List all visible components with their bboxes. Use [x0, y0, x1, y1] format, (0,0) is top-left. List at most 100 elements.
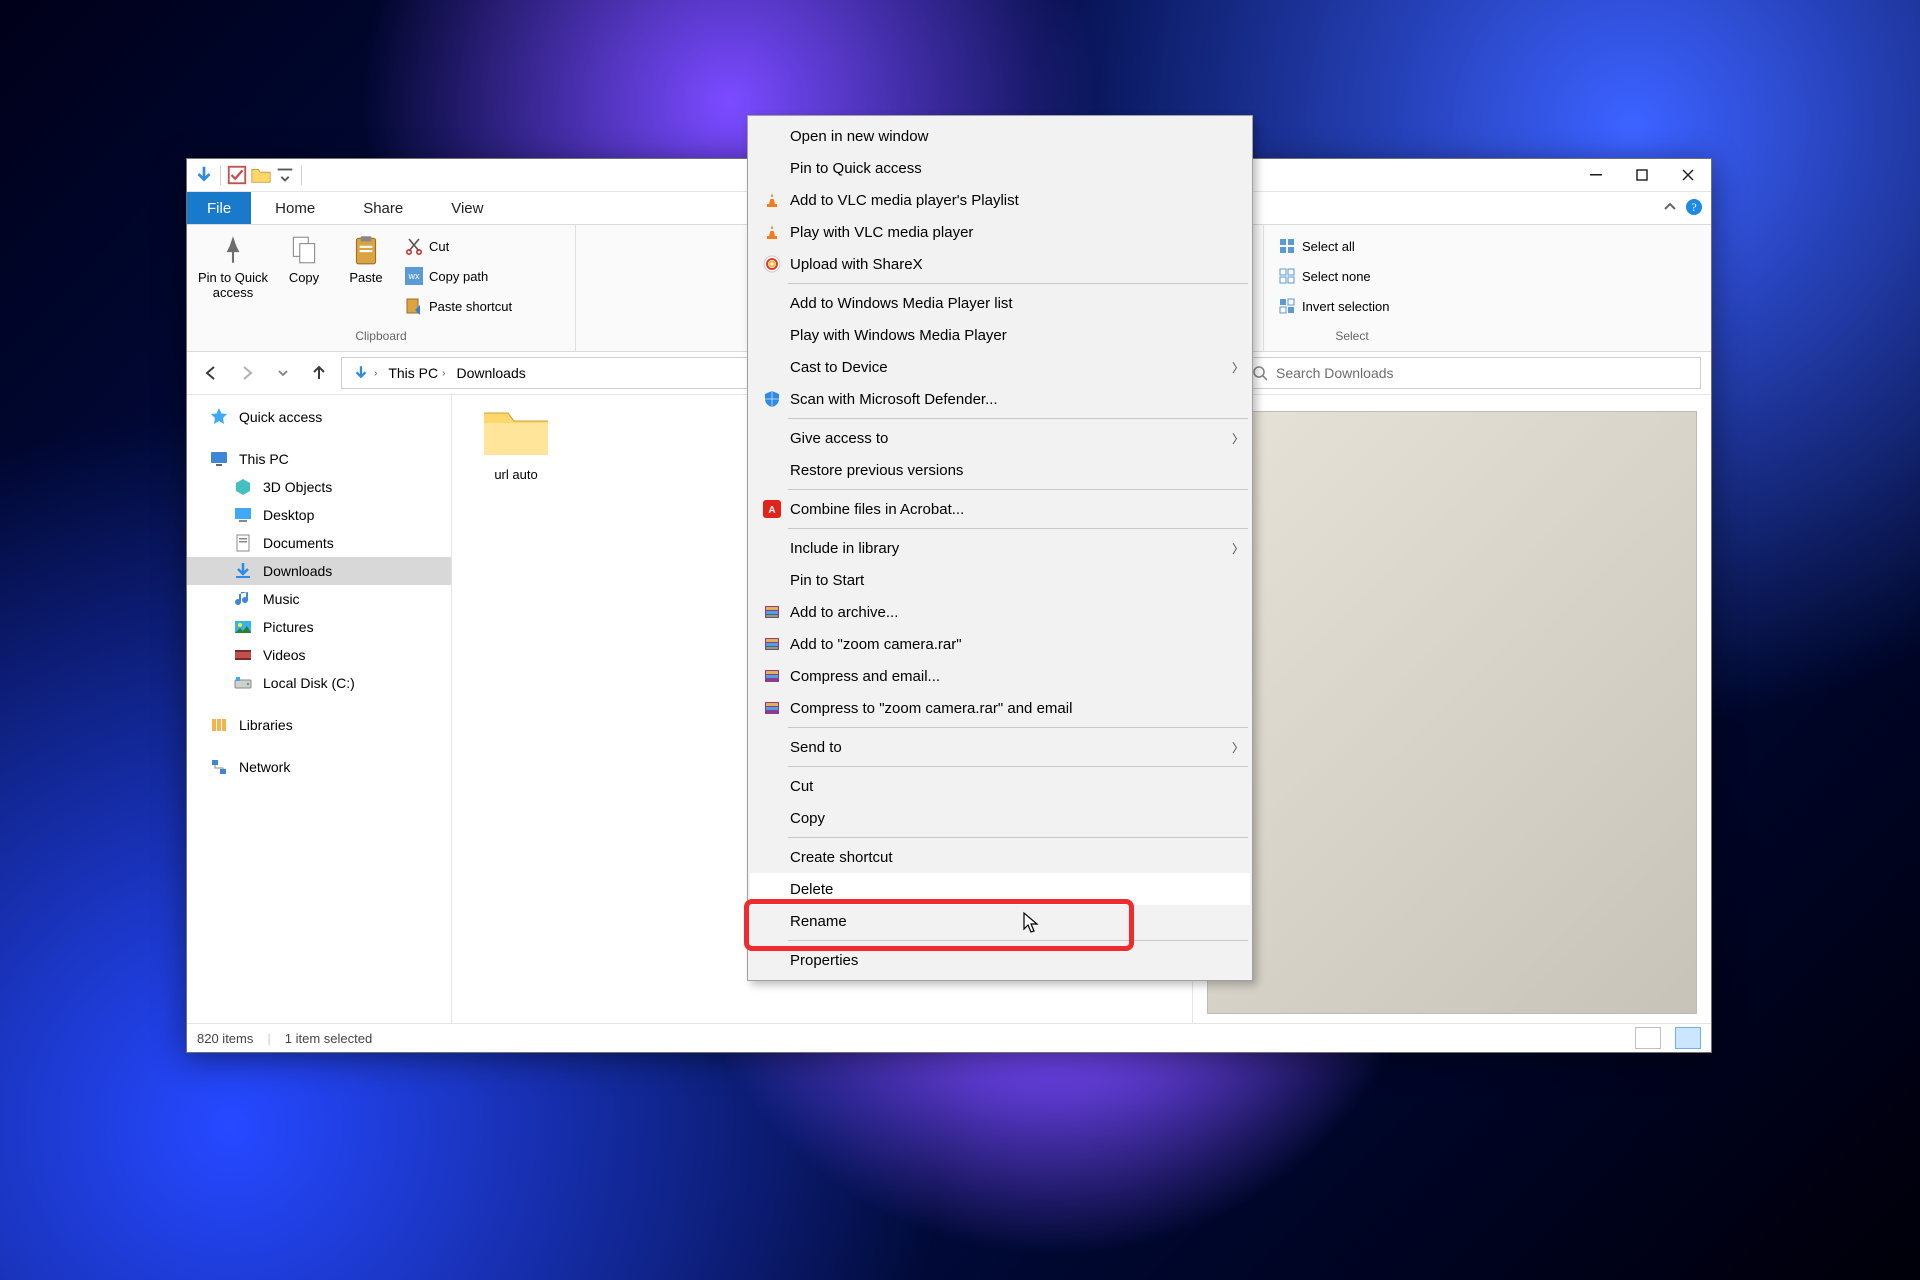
nav-label: Local Disk (C:)	[263, 675, 355, 691]
maximize-button[interactable]	[1619, 159, 1665, 191]
invert-selection-button[interactable]: Invert selection	[1274, 293, 1393, 319]
minimize-button[interactable]	[1573, 159, 1619, 191]
select-none-button[interactable]: Select none	[1274, 263, 1393, 289]
ctx-pin-quick-access[interactable]: Pin to Quick access	[750, 152, 1250, 184]
winrar-icon	[758, 699, 786, 717]
nav-label: Documents	[263, 535, 334, 551]
folder-qat-icon[interactable]	[250, 164, 272, 186]
paste-shortcut-button[interactable]: Paste shortcut	[401, 293, 516, 319]
nav-3d-objects[interactable]: 3D Objects	[187, 473, 451, 501]
pin-to-quick-access-button[interactable]: Pin to Quick access	[197, 231, 269, 301]
nav-local-disk[interactable]: Local Disk (C:)	[187, 669, 451, 697]
acrobat-icon: A	[758, 500, 786, 518]
status-item-count: 820 items	[197, 1031, 253, 1046]
ctx-pin-start[interactable]: Pin to Start	[750, 564, 1250, 596]
ctx-vlc-add-playlist[interactable]: Add to VLC media player's Playlist	[750, 184, 1250, 216]
ctx-wmp-play[interactable]: Play with Windows Media Player	[750, 319, 1250, 351]
ctx-create-shortcut[interactable]: Create shortcut	[750, 841, 1250, 873]
tab-file[interactable]: File	[187, 192, 251, 224]
preview-thumbnail	[1207, 411, 1697, 1014]
ctx-combine-acrobat[interactable]: ACombine files in Acrobat...	[750, 493, 1250, 525]
tab-share[interactable]: Share	[339, 192, 427, 224]
cut-button[interactable]: Cut	[401, 233, 516, 259]
sharex-icon	[758, 255, 786, 273]
up-button[interactable]	[305, 359, 333, 387]
qat-dropdown-icon[interactable]	[274, 164, 296, 186]
ctx-restore-versions[interactable]: Restore previous versions	[750, 454, 1250, 486]
ctx-delete[interactable]: Delete	[750, 873, 1250, 905]
tab-view[interactable]: View	[427, 192, 507, 224]
folder-label: url auto	[494, 467, 537, 482]
help-icon[interactable]: ?	[1685, 198, 1703, 216]
ctx-give-access[interactable]: Give access to〉	[750, 422, 1250, 454]
ctx-open-new-window[interactable]: Open in new window	[750, 120, 1250, 152]
ctx-send-to[interactable]: Send to〉	[750, 731, 1250, 763]
star-icon	[209, 407, 229, 427]
ctx-scan-defender[interactable]: Scan with Microsoft Defender...	[750, 383, 1250, 415]
ctx-copy[interactable]: Copy	[750, 802, 1250, 834]
network-icon	[209, 757, 229, 777]
ctx-vlc-play[interactable]: Play with VLC media player	[750, 216, 1250, 248]
nav-this-pc[interactable]: This PC	[187, 445, 451, 473]
checkbox-icon[interactable]	[226, 164, 248, 186]
navigation-pane[interactable]: Quick access This PC 3D Objects Desktop …	[187, 393, 452, 1024]
crumb-downloads[interactable]: Downloads	[456, 365, 525, 381]
paste-label: Paste	[349, 271, 382, 286]
recent-locations-button[interactable]	[269, 359, 297, 387]
copy-path-button[interactable]: wxCopy path	[401, 263, 516, 289]
tab-home[interactable]: Home	[251, 192, 339, 224]
ctx-rename[interactable]: Rename	[750, 905, 1250, 937]
winrar-icon	[758, 667, 786, 685]
ctx-add-archive[interactable]: Add to archive...	[750, 596, 1250, 628]
forward-button[interactable]	[233, 359, 261, 387]
folder-item[interactable]: url auto	[472, 403, 560, 482]
context-menu[interactable]: Open in new window Pin to Quick access A…	[747, 115, 1253, 981]
copy-path-label: Copy path	[429, 269, 488, 284]
nav-libraries[interactable]: Libraries	[187, 711, 451, 739]
nav-network[interactable]: Network	[187, 753, 451, 781]
close-button[interactable]	[1665, 159, 1711, 191]
vlc-icon	[758, 223, 786, 241]
search-icon	[1252, 365, 1268, 381]
down-arrow-icon[interactable]	[193, 164, 215, 186]
nav-label: Videos	[263, 647, 306, 663]
preview-pane	[1192, 393, 1711, 1024]
search-box[interactable]: Search Downloads	[1243, 357, 1701, 389]
pictures-icon	[233, 617, 253, 637]
ctx-include-library[interactable]: Include in library〉	[750, 532, 1250, 564]
drive-icon	[233, 673, 253, 693]
large-icons-view-button[interactable]	[1675, 1027, 1701, 1049]
crumb-thispc[interactable]: This PC	[388, 365, 438, 381]
nav-documents[interactable]: Documents	[187, 529, 451, 557]
ctx-sharex-upload[interactable]: Upload with ShareX	[750, 248, 1250, 280]
nav-music[interactable]: Music	[187, 585, 451, 613]
nav-label: Desktop	[263, 507, 314, 523]
select-all-button[interactable]: Select all	[1274, 233, 1393, 259]
ctx-add-rar[interactable]: Add to "zoom camera.rar"	[750, 628, 1250, 660]
libraries-icon	[209, 715, 229, 735]
paste-button[interactable]: Paste	[339, 231, 393, 286]
ctx-cast-to-device[interactable]: Cast to Device〉	[750, 351, 1250, 383]
pin-label: Pin to Quick access	[198, 271, 268, 301]
ctx-cut[interactable]: Cut	[750, 770, 1250, 802]
status-selected-count: 1 item selected	[285, 1031, 372, 1046]
nav-downloads[interactable]: Downloads	[187, 557, 451, 585]
nav-desktop[interactable]: Desktop	[187, 501, 451, 529]
back-button[interactable]	[197, 359, 225, 387]
nav-label: Music	[263, 591, 300, 607]
ctx-compress-rar-email[interactable]: Compress to "zoom camera.rar" and email	[750, 692, 1250, 724]
details-view-button[interactable]	[1635, 1027, 1661, 1049]
ctx-properties[interactable]: Properties	[750, 944, 1250, 976]
nav-pictures[interactable]: Pictures	[187, 613, 451, 641]
desktop-icon	[233, 505, 253, 525]
status-bar: 820 items | 1 item selected	[187, 1023, 1711, 1052]
collapse-ribbon-icon[interactable]	[1663, 200, 1677, 214]
nav-videos[interactable]: Videos	[187, 641, 451, 669]
ctx-compress-email[interactable]: Compress and email...	[750, 660, 1250, 692]
nav-quick-access[interactable]: Quick access	[187, 403, 451, 431]
copy-button[interactable]: Copy	[277, 231, 331, 286]
ctx-wmp-add[interactable]: Add to Windows Media Player list	[750, 287, 1250, 319]
music-icon	[233, 589, 253, 609]
clipboard-group-label: Clipboard	[187, 329, 575, 351]
nav-label: Pictures	[263, 619, 314, 635]
